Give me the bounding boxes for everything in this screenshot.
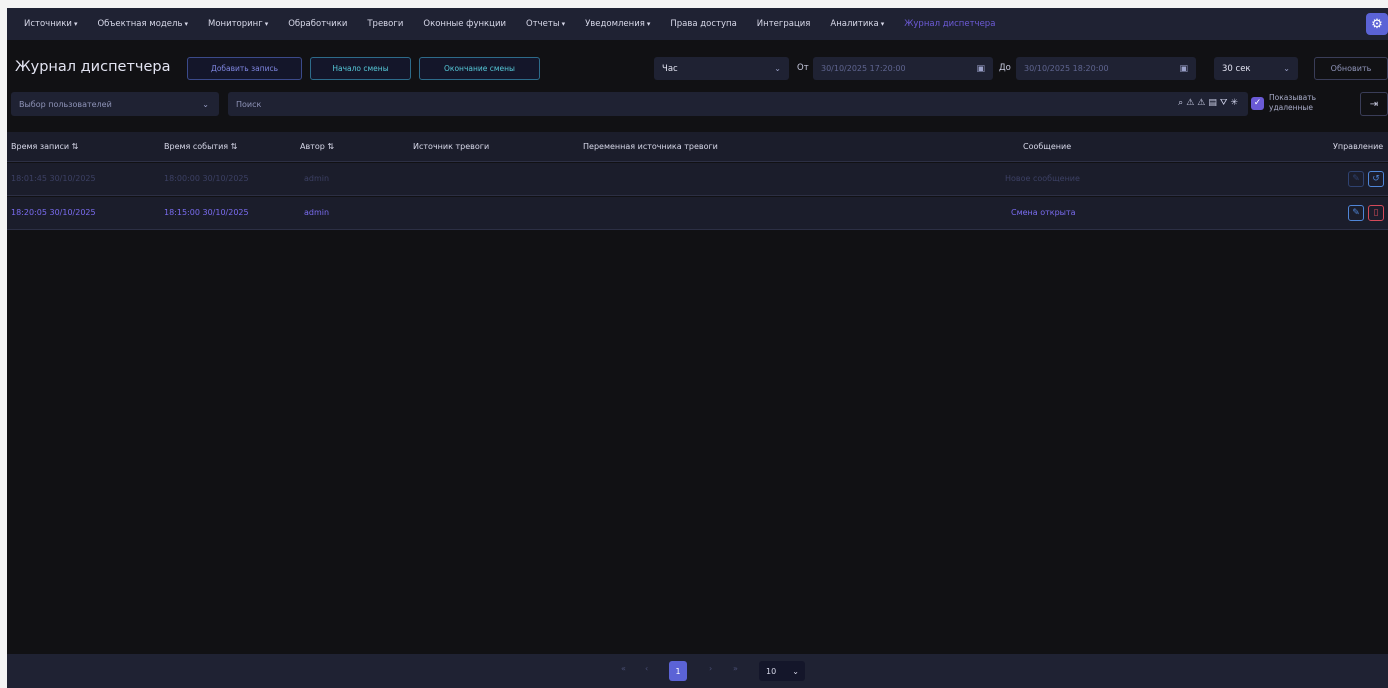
nav-item-object-model[interactable]: Объектная модель ▾: [97, 19, 188, 29]
from-datetime-input[interactable]: 30/10/2025 17:20:00 ▣: [813, 57, 993, 80]
column-author[interactable]: Автор ⇅: [300, 142, 334, 151]
edit-button[interactable]: ✎: [1348, 171, 1364, 187]
per-page-select[interactable]: 10 ⌄: [759, 661, 805, 681]
nav-item-access-rights[interactable]: Права доступа: [670, 19, 736, 29]
nav-item-sources[interactable]: Источники ▾: [24, 19, 77, 29]
calendar-icon[interactable]: ▣: [976, 64, 985, 74]
cell-author: admin: [304, 208, 330, 217]
nav-item-window-functions[interactable]: Оконные функции: [423, 19, 506, 29]
filter-row: Выбор пользователей ⌄ Поиск ⌕ ⚠ ⚠ ▤ ⛛ ✳ …: [7, 92, 1388, 118]
refresh-button[interactable]: Обновить: [1314, 57, 1388, 80]
last-page-button[interactable]: »: [733, 664, 738, 673]
edit-button[interactable]: ✎: [1348, 205, 1364, 221]
first-page-button[interactable]: «: [621, 664, 626, 673]
column-actions: Управление: [1333, 142, 1384, 151]
chevron-down-icon: ⌄: [792, 666, 799, 676]
delete-button[interactable]: ▯: [1368, 205, 1384, 221]
table-header: Время записи ⇅ Время события ⇅ Автор ⇅ И…: [7, 132, 1388, 162]
page-title: Журнал диспетчера: [15, 59, 171, 75]
refresh-interval-select[interactable]: 30 сек ⌄: [1214, 57, 1298, 80]
cell-author: admin: [304, 174, 330, 183]
column-alarm-source: Источник тревоги: [413, 142, 490, 151]
nav-item-dispatcher-log[interactable]: Журнал диспетчера: [904, 19, 995, 29]
start-shift-button[interactable]: Начало смены: [310, 57, 411, 80]
column-alarm-variable: Переменная источника тревоги: [583, 142, 718, 151]
chevron-down-icon: ▾: [73, 20, 78, 28]
nav-item-analytics[interactable]: Аналитика ▾: [830, 19, 884, 29]
next-page-button[interactable]: ›: [709, 664, 712, 673]
show-deleted-checkbox[interactable]: ✓: [1251, 97, 1264, 110]
nav-item-monitoring[interactable]: Мониторинг ▾: [208, 19, 268, 29]
search-icons: ⌕ ⚠ ⚠ ▤ ⛛ ✳: [1178, 98, 1238, 108]
edit-icon: ✎: [1352, 174, 1360, 184]
show-deleted-label: Показывать удаленные: [1269, 93, 1317, 112]
cell-message: Новое сообщение: [1005, 174, 1080, 183]
column-record-time[interactable]: Время записи ⇅: [11, 142, 78, 151]
from-label: От: [797, 63, 809, 73]
prev-page-button[interactable]: ‹: [645, 664, 648, 673]
nav-item-alarms[interactable]: Тревоги: [367, 19, 403, 29]
message-icon[interactable]: ▤: [1208, 98, 1217, 108]
toolbar: Журнал диспетчера Добавить запись Начало…: [7, 52, 1388, 84]
chevron-down-icon: ▾: [646, 20, 651, 28]
table-row[interactable]: 18:20:05 30/10/2025 18:15:00 30/10/2025 …: [7, 197, 1388, 230]
current-page[interactable]: 1: [669, 661, 687, 681]
cell-event-time: 18:15:00 30/10/2025: [164, 208, 249, 217]
cell-record-time: 18:01:45 30/10/2025: [11, 174, 96, 183]
pagination: « ‹ 1 › » 10 ⌄: [7, 654, 1388, 688]
period-select[interactable]: Час ⌄: [654, 57, 789, 80]
column-event-time[interactable]: Время события ⇅: [164, 142, 237, 151]
edit-icon: ✎: [1352, 208, 1360, 218]
nav-item-reports[interactable]: Отчеты ▾: [526, 19, 565, 29]
nav-item-integration[interactable]: Интеграция: [757, 19, 811, 29]
gear-icon: ⚙: [1371, 16, 1383, 32]
chevron-down-icon: ▾: [264, 20, 269, 28]
export-button[interactable]: ⇥: [1360, 92, 1388, 116]
chevron-down-icon: ⌄: [202, 99, 209, 109]
top-navigation: Источники ▾ Объектная модель ▾ Мониторинг ▾…: [7, 8, 1388, 40]
chevron-down-icon: ▾: [561, 20, 566, 28]
nav-item-notifications[interactable]: Уведомления ▾: [585, 19, 650, 29]
restore-button[interactable]: ↺: [1368, 171, 1384, 187]
settings-button[interactable]: ⚙: [1366, 13, 1388, 35]
to-datetime-input[interactable]: 30/10/2025 18:20:00 ▣: [1016, 57, 1196, 80]
filter-icon[interactable]: ⛛: [1220, 98, 1228, 108]
calendar-icon[interactable]: ▣: [1179, 64, 1188, 74]
table-row[interactable]: 18:01:45 30/10/2025 18:00:00 30/10/2025 …: [7, 163, 1388, 196]
restore-icon: ↺: [1372, 174, 1380, 184]
to-label: До: [999, 63, 1011, 73]
chevron-down-icon: ⌄: [774, 64, 781, 73]
search-input[interactable]: Поиск ⌕ ⚠ ⚠ ▤ ⛛ ✳: [228, 92, 1248, 116]
nav-item-handlers[interactable]: Обработчики: [288, 19, 347, 29]
end-shift-button[interactable]: Окончание смены: [419, 57, 540, 80]
cell-event-time: 18:00:00 30/10/2025: [164, 174, 249, 183]
chevron-down-icon: ⌄: [1283, 64, 1290, 73]
warning-icon[interactable]: ⚠: [1186, 98, 1194, 108]
chevron-down-icon: ▾: [184, 20, 188, 28]
add-record-button[interactable]: Добавить запись: [187, 57, 302, 80]
user-select[interactable]: Выбор пользователей ⌄: [11, 92, 219, 116]
alert-icon[interactable]: ⚠: [1197, 98, 1205, 108]
chevron-down-icon: ▾: [880, 20, 885, 28]
cell-record-time: 18:20:05 30/10/2025: [11, 208, 96, 217]
column-message: Сообщение: [1023, 142, 1072, 151]
trash-icon: ▯: [1373, 208, 1379, 218]
export-icon: ⇥: [1369, 98, 1379, 110]
search-icon[interactable]: ⌕: [1178, 98, 1183, 108]
asterisk-icon[interactable]: ✳: [1230, 98, 1238, 108]
app-window: Источники ▾ Объектная модель ▾ Мониторинг ▾…: [7, 8, 1388, 688]
cell-message: Смена открыта: [1011, 208, 1076, 217]
